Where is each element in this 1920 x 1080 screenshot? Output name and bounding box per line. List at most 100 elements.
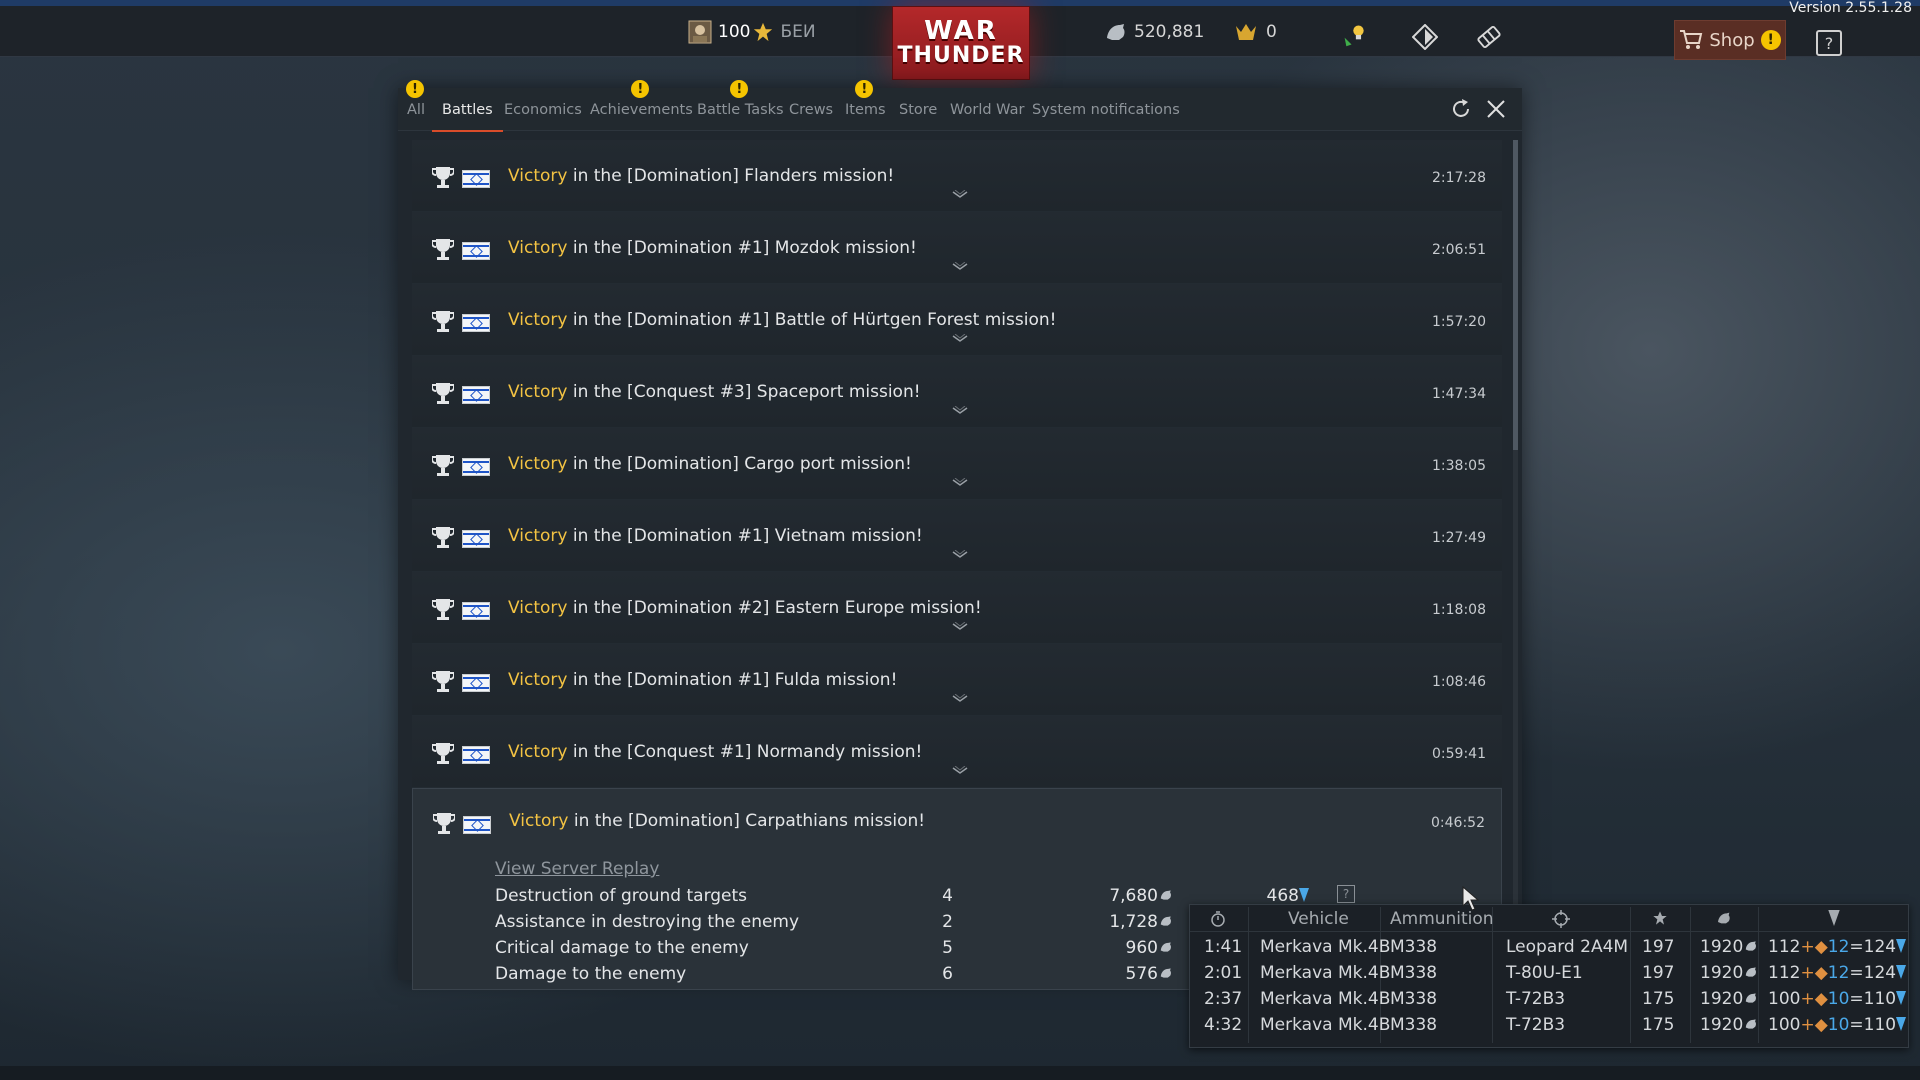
battle-row[interactable]: Victory in the [Domination #1] Battle of…: [412, 284, 1502, 356]
research-point-icon: [1896, 939, 1907, 953]
chevron-down-icon[interactable]: [952, 190, 968, 200]
tab-achievements[interactable]: ! Achievements: [590, 80, 693, 118]
trophy-icon: [432, 311, 454, 332]
battle-result: Victory: [508, 742, 568, 762]
stat-research: 468: [1213, 886, 1309, 906]
bonus-icon: +◆: [1800, 989, 1828, 1009]
player-rank[interactable]: 100 БЕИ: [688, 18, 816, 46]
battle-row[interactable]: Victory in the [Domination #1] Mozdok mi…: [412, 212, 1502, 284]
battle-row[interactable]: Victory in the [Domination] Cargo port m…: [412, 428, 1502, 500]
battle-message: Victory in the [Domination #1] Fulda mis…: [508, 670, 897, 690]
silver-lion-icon: [1746, 941, 1757, 951]
tab-battles[interactable]: Battles: [432, 102, 503, 132]
stat-count: 6: [942, 964, 953, 984]
kill-rp-base: 112: [1768, 937, 1801, 957]
tab-badge: !: [855, 80, 874, 98]
battle-time: 1:38:05: [1432, 458, 1486, 474]
top-bar: 100 БЕИ WAR THUNDER 520,881 0 Shop ! ?: [0, 6, 1920, 80]
shop-button[interactable]: Shop !: [1674, 20, 1786, 60]
silver-lion-icon: [1718, 912, 1730, 924]
battle-message: Victory in the [Conquest #3] Spaceport m…: [508, 382, 921, 402]
stat-research-value: 468: [1266, 886, 1299, 906]
rank-value: 100: [718, 22, 751, 42]
kill-time: 4:32: [1204, 1015, 1243, 1035]
stat-help-icon[interactable]: ?: [1337, 885, 1355, 903]
tab-world-war[interactable]: World War: [950, 102, 1024, 118]
stat-silver-value: 960: [1125, 938, 1158, 958]
kill-score: 175: [1642, 989, 1675, 1009]
battle-result: Victory: [508, 526, 568, 546]
kill-score: 197: [1642, 963, 1675, 983]
kill-silver-value: 1920: [1700, 1015, 1744, 1035]
tab-label: World War: [950, 102, 1025, 118]
view-server-replay-link[interactable]: View Server Replay: [495, 859, 659, 879]
rank-star-icon: [754, 22, 773, 42]
research-point-icon: [1299, 888, 1309, 902]
research-point-icon: [1828, 910, 1840, 926]
close-icon[interactable]: [1485, 98, 1507, 120]
golden-eagles-balance[interactable]: 0: [1234, 18, 1277, 46]
battle-result: Victory: [508, 454, 568, 474]
kill-silver: 1920: [1700, 937, 1758, 957]
stat-silver-value: 576: [1125, 964, 1158, 984]
kill-rp-bonus: 10: [1827, 1015, 1850, 1035]
war-thunder-logo[interactable]: WAR THUNDER: [892, 6, 1030, 80]
lightbulb-icon[interactable]: [1342, 22, 1368, 48]
chevron-down-icon[interactable]: [952, 478, 968, 488]
battle-text: in the [Domination #1] Fulda mission!: [567, 670, 898, 690]
kill-vehicle: Merkava Mk.4B: [1260, 1015, 1391, 1035]
silver-lion-icon: [1107, 24, 1125, 40]
trophy-icon: [432, 599, 454, 620]
kill-research: 112+◆12=124: [1768, 937, 1907, 957]
kill-ammo: M338: [1390, 1015, 1438, 1035]
battle-text: in the [Domination #2] Eastern Europe mi…: [567, 598, 982, 618]
chevron-down-icon[interactable]: [952, 694, 968, 704]
silver-lions-balance[interactable]: 520,881: [1104, 18, 1204, 46]
chevron-down-icon[interactable]: [952, 550, 968, 560]
battle-row[interactable]: Victory in the [Conquest #3] Spaceport m…: [412, 356, 1502, 428]
chevron-down-icon[interactable]: [952, 262, 968, 272]
tab-system-notifications[interactable]: System notifications: [1032, 102, 1180, 118]
logo-line1: WAR: [924, 16, 998, 46]
kill-silver: 1920: [1700, 963, 1758, 983]
wiki-icon[interactable]: [1412, 24, 1438, 50]
tab-crews[interactable]: Crews: [789, 102, 833, 118]
header-ammunition: Ammunition: [1390, 909, 1494, 929]
tab-economics[interactable]: Economics: [504, 102, 582, 118]
battle-result: Victory: [508, 598, 568, 618]
tab-battle-tasks[interactable]: ! Battle Tasks: [697, 80, 784, 118]
research-point-icon: [1896, 991, 1907, 1005]
israel-flag-icon: [462, 242, 490, 260]
avatar-icon: [688, 20, 712, 44]
tab-label: Battles: [442, 102, 493, 118]
tab-items[interactable]: ! Items: [845, 80, 886, 118]
battle-message: Victory in the [Domination] Flanders mis…: [508, 166, 894, 186]
chevron-down-icon[interactable]: [952, 334, 968, 344]
kill-silver-value: 1920: [1700, 937, 1744, 957]
battle-message: Victory in the [Domination #1] Battle of…: [508, 310, 1056, 330]
battle-time: 1:57:20: [1432, 314, 1486, 330]
tab-all[interactable]: ! All: [405, 80, 425, 118]
kill-details-tooltip: Vehicle Ammunition 1:41 Merkava Mk.4B M3…: [1189, 904, 1909, 1048]
tab-label: Items: [845, 102, 886, 118]
battle-row[interactable]: Victory in the [Domination #1] Vietnam m…: [412, 500, 1502, 572]
kill-ammo: M338: [1390, 937, 1438, 957]
battle-text: in the [Conquest #1] Normandy mission!: [567, 742, 923, 762]
kill-target: T-80U-E1: [1506, 963, 1583, 983]
score-star-icon: [1653, 911, 1667, 925]
chevron-down-icon[interactable]: [952, 406, 968, 416]
chevron-down-icon[interactable]: [952, 622, 968, 632]
scrollbar-thumb[interactable]: [1513, 140, 1518, 450]
tab-store[interactable]: Store: [899, 102, 937, 118]
chevron-down-icon[interactable]: [952, 766, 968, 776]
stat-silver-value: 1,728: [1109, 912, 1158, 932]
help-button[interactable]: ?: [1816, 30, 1842, 56]
refresh-icon[interactable]: [1450, 98, 1472, 120]
silver-lions-value: 520,881: [1134, 22, 1205, 42]
kill-vehicle: Merkava Mk.4B: [1260, 989, 1391, 1009]
battle-row[interactable]: Victory in the [Domination #2] Eastern E…: [412, 572, 1502, 644]
battle-row[interactable]: Victory in the [Domination] Flanders mis…: [412, 140, 1502, 212]
coupon-icon[interactable]: [1476, 24, 1502, 50]
battle-row[interactable]: Victory in the [Conquest #1] Normandy mi…: [412, 716, 1502, 788]
battle-row[interactable]: Victory in the [Domination #1] Fulda mis…: [412, 644, 1502, 716]
